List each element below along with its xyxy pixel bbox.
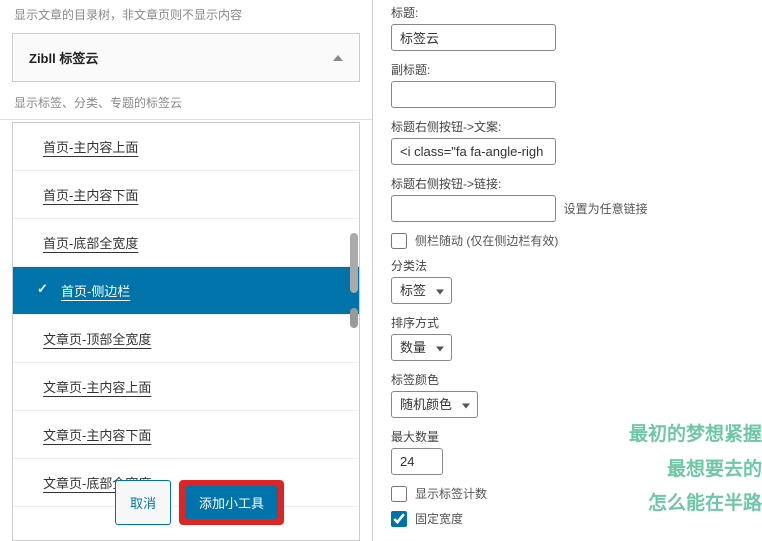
option-item[interactable]: 首页-侧边栏 [13, 267, 359, 315]
scrollbar-thumb[interactable] [350, 308, 358, 328]
sort-label: 排序方式 [391, 314, 744, 331]
button-link-label: 标题右侧按钮->链接: [391, 175, 744, 192]
add-widget-button[interactable]: 添加小工具 [185, 486, 278, 519]
taxonomy-label: 分类法 [391, 257, 744, 274]
option-item[interactable]: 文章页-主内容下面 [13, 411, 359, 459]
subtitle-input[interactable] [391, 81, 556, 108]
title-label: 标题: [391, 4, 744, 21]
color-select[interactable]: 随机颜色 [391, 391, 478, 418]
right-panel: 标题: 副标题: 标题右侧按钮->文案: 标题右侧按钮->链接: 设置为任意链接… [373, 0, 762, 541]
option-item[interactable]: 文章页-顶部全宽度 [13, 315, 359, 363]
options-scroll[interactable]: 首页-主内容上面首页-主内容下面首页-底部全宽度首页-侧边栏文章页-顶部全宽度文… [13, 123, 359, 540]
taxonomy-select[interactable]: 标签 [391, 277, 452, 304]
scrollbar-thumb[interactable] [350, 233, 358, 293]
max-input[interactable] [391, 448, 443, 475]
button-link-input[interactable] [391, 195, 556, 222]
fixed-width-checkbox[interactable] [391, 511, 407, 527]
option-item[interactable]: 首页-底部全宽度 [13, 219, 359, 267]
widget-header[interactable]: Zibll 标签云 [12, 33, 360, 82]
widget-header-title: Zibll 标签云 [29, 48, 98, 67]
sidebar-follow-label: 侧栏随动 (仅在侧边栏有效) [415, 232, 558, 249]
options-list: 首页-主内容上面首页-主内容下面首页-底部全宽度首页-侧边栏文章页-顶部全宽度文… [12, 122, 360, 541]
show-count-label: 显示标签计数 [415, 485, 487, 502]
button-text-label: 标题右侧按钮->文案: [391, 118, 744, 135]
add-button-highlight: 添加小工具 [179, 480, 284, 525]
max-label: 最大数量 [391, 428, 744, 445]
footer-buttons: 取消 添加小工具 [115, 480, 284, 525]
color-label: 标签颜色 [391, 371, 744, 388]
sidebar-follow-checkbox[interactable] [391, 233, 407, 249]
option-item[interactable]: 首页-主内容上面 [13, 123, 359, 171]
widget-desc: 显示标签、分类、专题的标签云 [0, 90, 372, 120]
subtitle-label: 副标题: [391, 61, 744, 78]
button-text-input[interactable] [391, 138, 556, 165]
sort-select[interactable]: 数量 [391, 334, 452, 361]
show-count-checkbox[interactable] [391, 486, 407, 502]
fixed-width-label: 固定宽度 [415, 510, 463, 527]
option-item[interactable]: 文章页-主内容上面 [13, 363, 359, 411]
collapse-icon [333, 55, 343, 61]
cancel-button[interactable]: 取消 [115, 480, 171, 525]
button-link-hint: 设置为任意链接 [564, 202, 648, 216]
top-hint: 显示文章的目录树，非文章页则不显示内容 [0, 0, 372, 25]
title-input[interactable] [391, 24, 556, 51]
option-item[interactable]: 首页-主内容下面 [13, 171, 359, 219]
left-panel: 显示文章的目录树，非文章页则不显示内容 Zibll 标签云 显示标签、分类、专题… [0, 0, 373, 541]
